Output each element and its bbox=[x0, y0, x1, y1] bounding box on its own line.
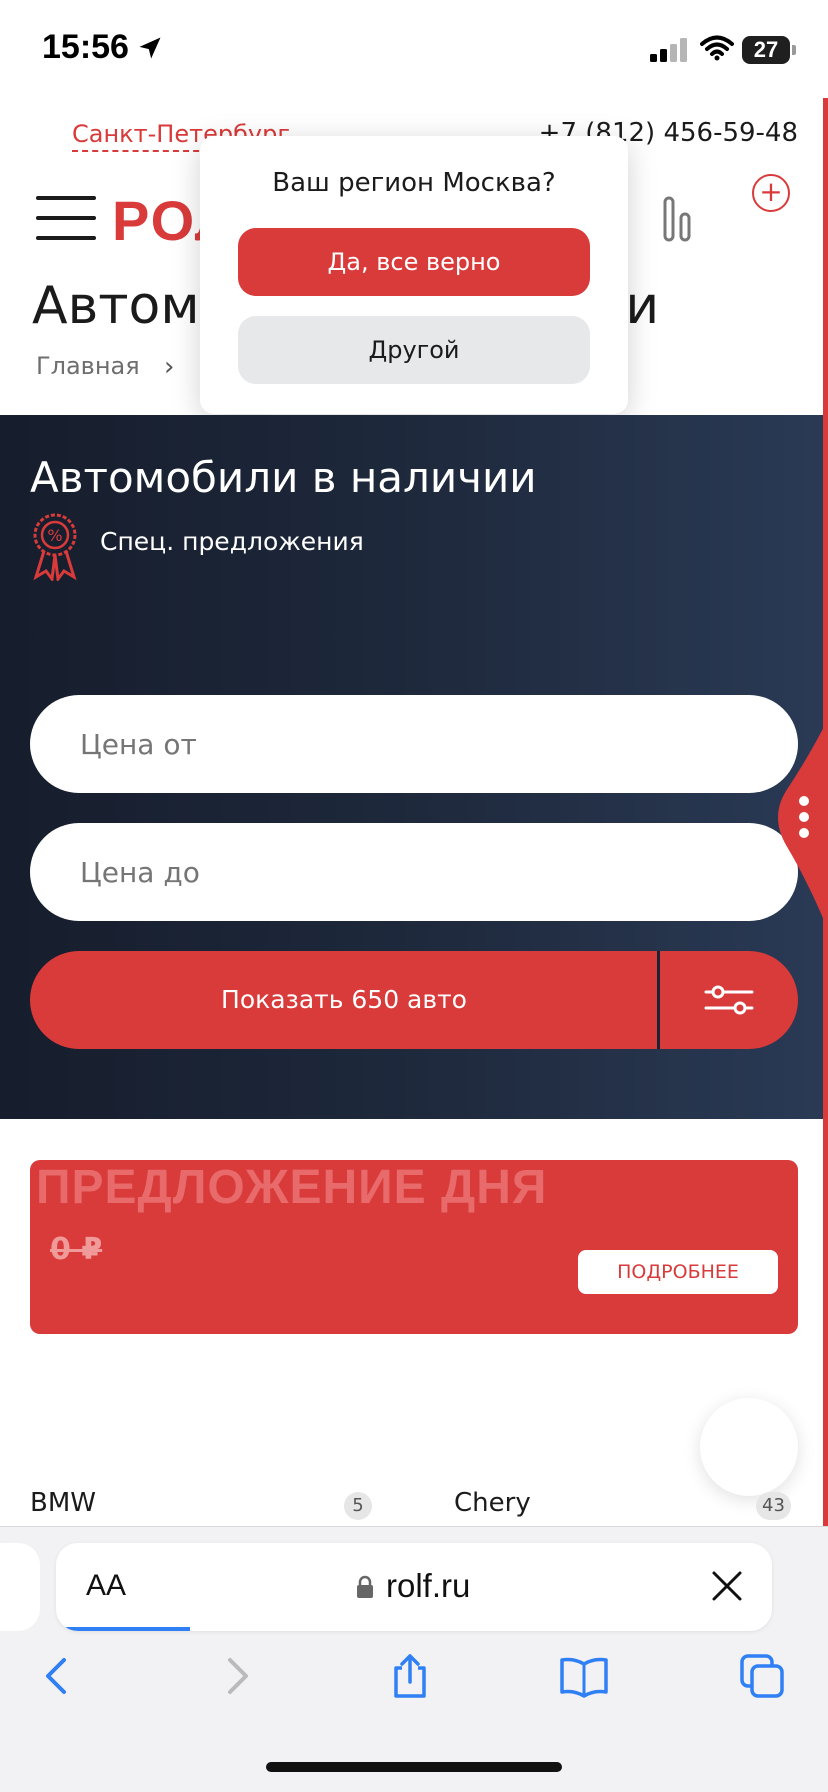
menu-burger-icon[interactable] bbox=[36, 196, 96, 240]
side-more-tab[interactable] bbox=[770, 715, 828, 935]
price-from-input[interactable] bbox=[30, 695, 798, 793]
brand-item-bmw[interactable]: BMW bbox=[30, 1488, 96, 1518]
home-indicator bbox=[266, 1762, 562, 1772]
show-cars-button[interactable]: Показать 650 авто bbox=[30, 951, 658, 1049]
share-icon[interactable] bbox=[386, 1652, 434, 1700]
bookmarks-icon[interactable] bbox=[560, 1652, 608, 1700]
filter-settings-button[interactable] bbox=[660, 951, 798, 1049]
add-plus-icon[interactable]: + bbox=[752, 174, 790, 212]
forward-icon[interactable] bbox=[212, 1652, 260, 1700]
cellular-signal-icon bbox=[650, 38, 687, 62]
other-region-button[interactable]: Другой bbox=[238, 316, 590, 384]
deal-more-button[interactable]: ПОДРОБНЕЕ bbox=[578, 1250, 778, 1294]
status-bar: 15:56 27 bbox=[0, 0, 828, 100]
discount-ribbon-icon: % bbox=[33, 513, 77, 581]
region-question: Ваш регион Москва? bbox=[272, 168, 556, 198]
battery-indicator: 27 bbox=[742, 36, 790, 64]
url-text: rolf.ru bbox=[386, 1567, 471, 1604]
wifi-icon bbox=[700, 35, 734, 61]
address-bar[interactable]: AA rolf.ru bbox=[56, 1543, 772, 1631]
tabs-icon[interactable] bbox=[738, 1652, 786, 1700]
region-popup: Ваш регион Москва? Да, все верно Другой bbox=[200, 136, 628, 414]
price-to-input[interactable] bbox=[30, 823, 798, 921]
reader-settings-button[interactable]: AA bbox=[86, 1569, 126, 1603]
filter-sliders-icon bbox=[704, 985, 754, 1015]
compare-icon[interactable] bbox=[662, 196, 694, 242]
svg-text:%: % bbox=[47, 526, 62, 545]
reader-settings-label: AA bbox=[86, 1569, 127, 1602]
deal-price: 0 ₽ bbox=[50, 1232, 103, 1267]
back-icon[interactable] bbox=[34, 1652, 82, 1700]
breadcrumb-home[interactable]: Главная bbox=[36, 352, 140, 380]
hero-filter-section: Автомобили в наличии % Спец. предложения… bbox=[0, 415, 828, 1119]
brand-count-badge: 5 bbox=[344, 1492, 372, 1520]
lock-icon bbox=[357, 1575, 373, 1598]
deal-of-day-banner: ПРЕДЛОЖЕНИЕ ДНЯ 0 ₽ ПОДРОБНЕЕ bbox=[30, 1160, 798, 1334]
battery-nub bbox=[792, 45, 796, 55]
page-load-progress bbox=[56, 1627, 190, 1631]
location-arrow-icon bbox=[139, 37, 161, 59]
status-time: 15:56 bbox=[42, 28, 129, 66]
previous-tab-peek[interactable] bbox=[0, 1543, 40, 1631]
hero-title: Автомобили в наличии bbox=[30, 453, 537, 502]
deal-title: ПРЕДЛОЖЕНИЕ ДНЯ bbox=[36, 1161, 548, 1214]
stop-loading-icon[interactable] bbox=[710, 1569, 744, 1603]
breadcrumb-chevron-icon: › bbox=[164, 352, 175, 382]
confirm-region-button[interactable]: Да, все верно bbox=[238, 228, 590, 296]
brand-count-badge: 43 bbox=[756, 1492, 791, 1520]
special-offers-link[interactable]: Спец. предложения bbox=[100, 527, 364, 556]
floating-action-button[interactable] bbox=[700, 1398, 798, 1496]
brand-item-chery[interactable]: Chery bbox=[454, 1488, 531, 1518]
